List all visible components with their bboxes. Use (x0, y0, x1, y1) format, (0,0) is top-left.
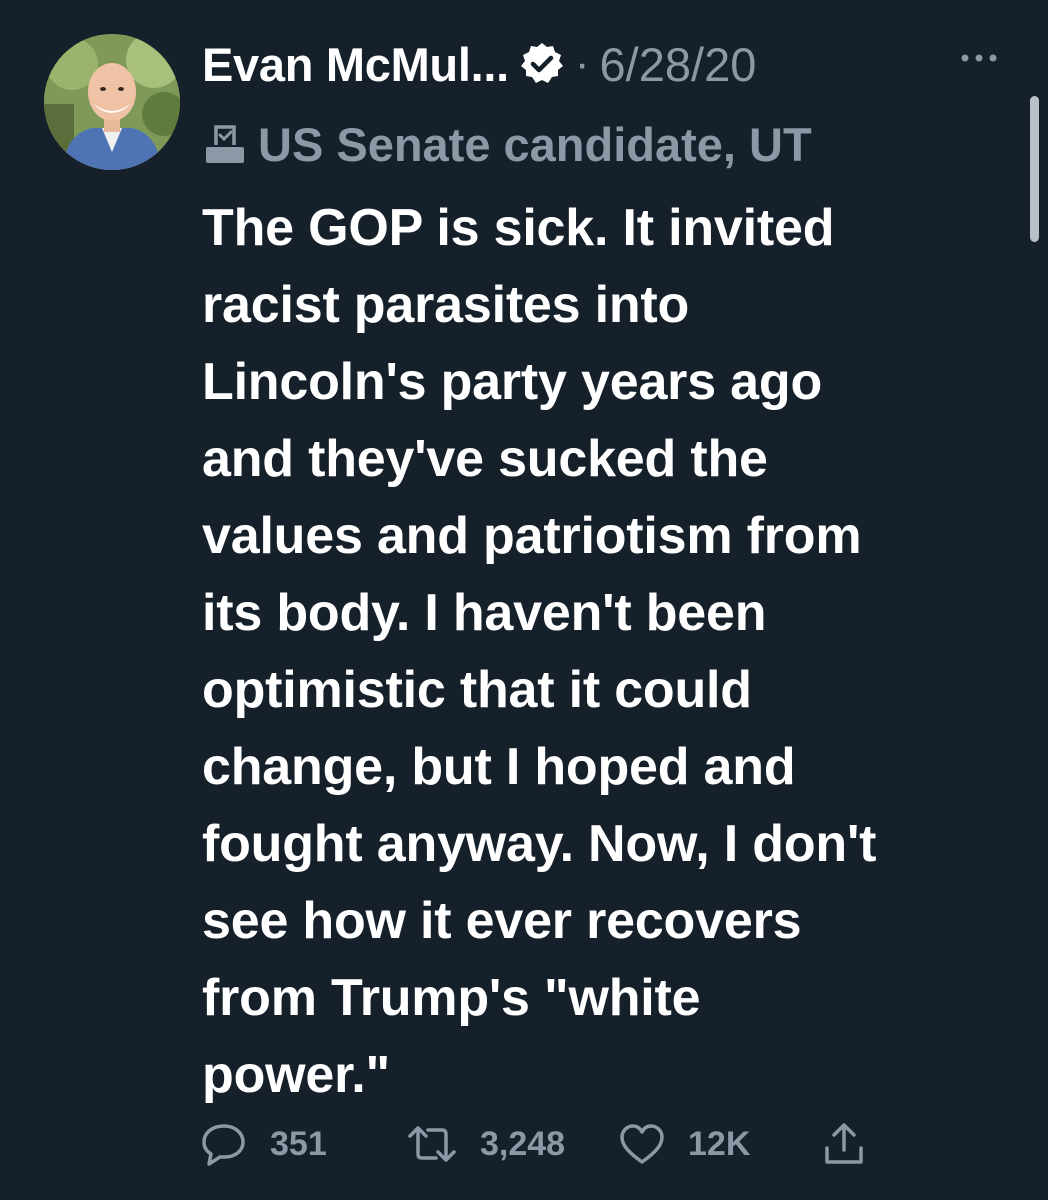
share-button[interactable] (820, 1112, 868, 1176)
tweet-body: The GOP is sick. It invited racist paras… (202, 190, 1002, 1114)
tweet-text-line: power." (202, 1046, 390, 1104)
tweet-text-line: fought anyway. Now, I don't (202, 815, 877, 873)
reply-count: 351 (270, 1124, 327, 1163)
like-count: 12K (688, 1124, 751, 1163)
avatar[interactable] (44, 34, 180, 170)
tweet-text-line: change, but I hoped and (202, 738, 796, 796)
tweet-text-line: Lincoln's party years ago (202, 353, 823, 411)
heart-icon (620, 1124, 664, 1164)
tweet-text-line: its body. I haven't been (202, 584, 767, 642)
retweet-icon (408, 1126, 456, 1162)
tweet-text-line: see how it ever recovers (202, 892, 802, 950)
retweet-button[interactable]: 3,248 (406, 1112, 565, 1176)
tweet-text-line: optimistic that it could (202, 661, 752, 719)
more-options-button[interactable] (957, 46, 1001, 70)
account-label: US Senate candidate, UT (202, 114, 812, 174)
tweet-header: Evan McMul... · 6/28/20 (202, 32, 756, 96)
reply-icon (202, 1124, 245, 1166)
reply-button[interactable]: 351 (200, 1112, 327, 1176)
profile-photo (44, 34, 180, 170)
tweet-text-line: from Trump's "white (202, 969, 701, 1027)
tweet-text-line: racist parasites into (202, 276, 690, 334)
verified-badge-icon (519, 41, 565, 87)
tweet-actions: 351 3,248 12K (200, 1112, 900, 1176)
tweet-text-line: values and patriotism from (202, 507, 862, 565)
retweet-count: 3,248 (480, 1124, 566, 1163)
account-label-text: US Senate candidate, UT (258, 117, 812, 171)
share-icon (825, 1123, 863, 1164)
separator-dot: · (574, 39, 590, 88)
more-dots-icon (961, 54, 997, 62)
scrollbar-thumb[interactable] (1030, 96, 1039, 242)
tweet-date[interactable]: 6/28/20 (600, 37, 757, 92)
tweet-text-line: The GOP is sick. It invited (202, 199, 835, 257)
tweet-text-line: and they've sucked the (202, 430, 768, 488)
ballot-box-icon (202, 123, 248, 165)
author-display-name[interactable]: Evan McMul... (202, 37, 509, 92)
like-button[interactable]: 12K (618, 1112, 750, 1176)
